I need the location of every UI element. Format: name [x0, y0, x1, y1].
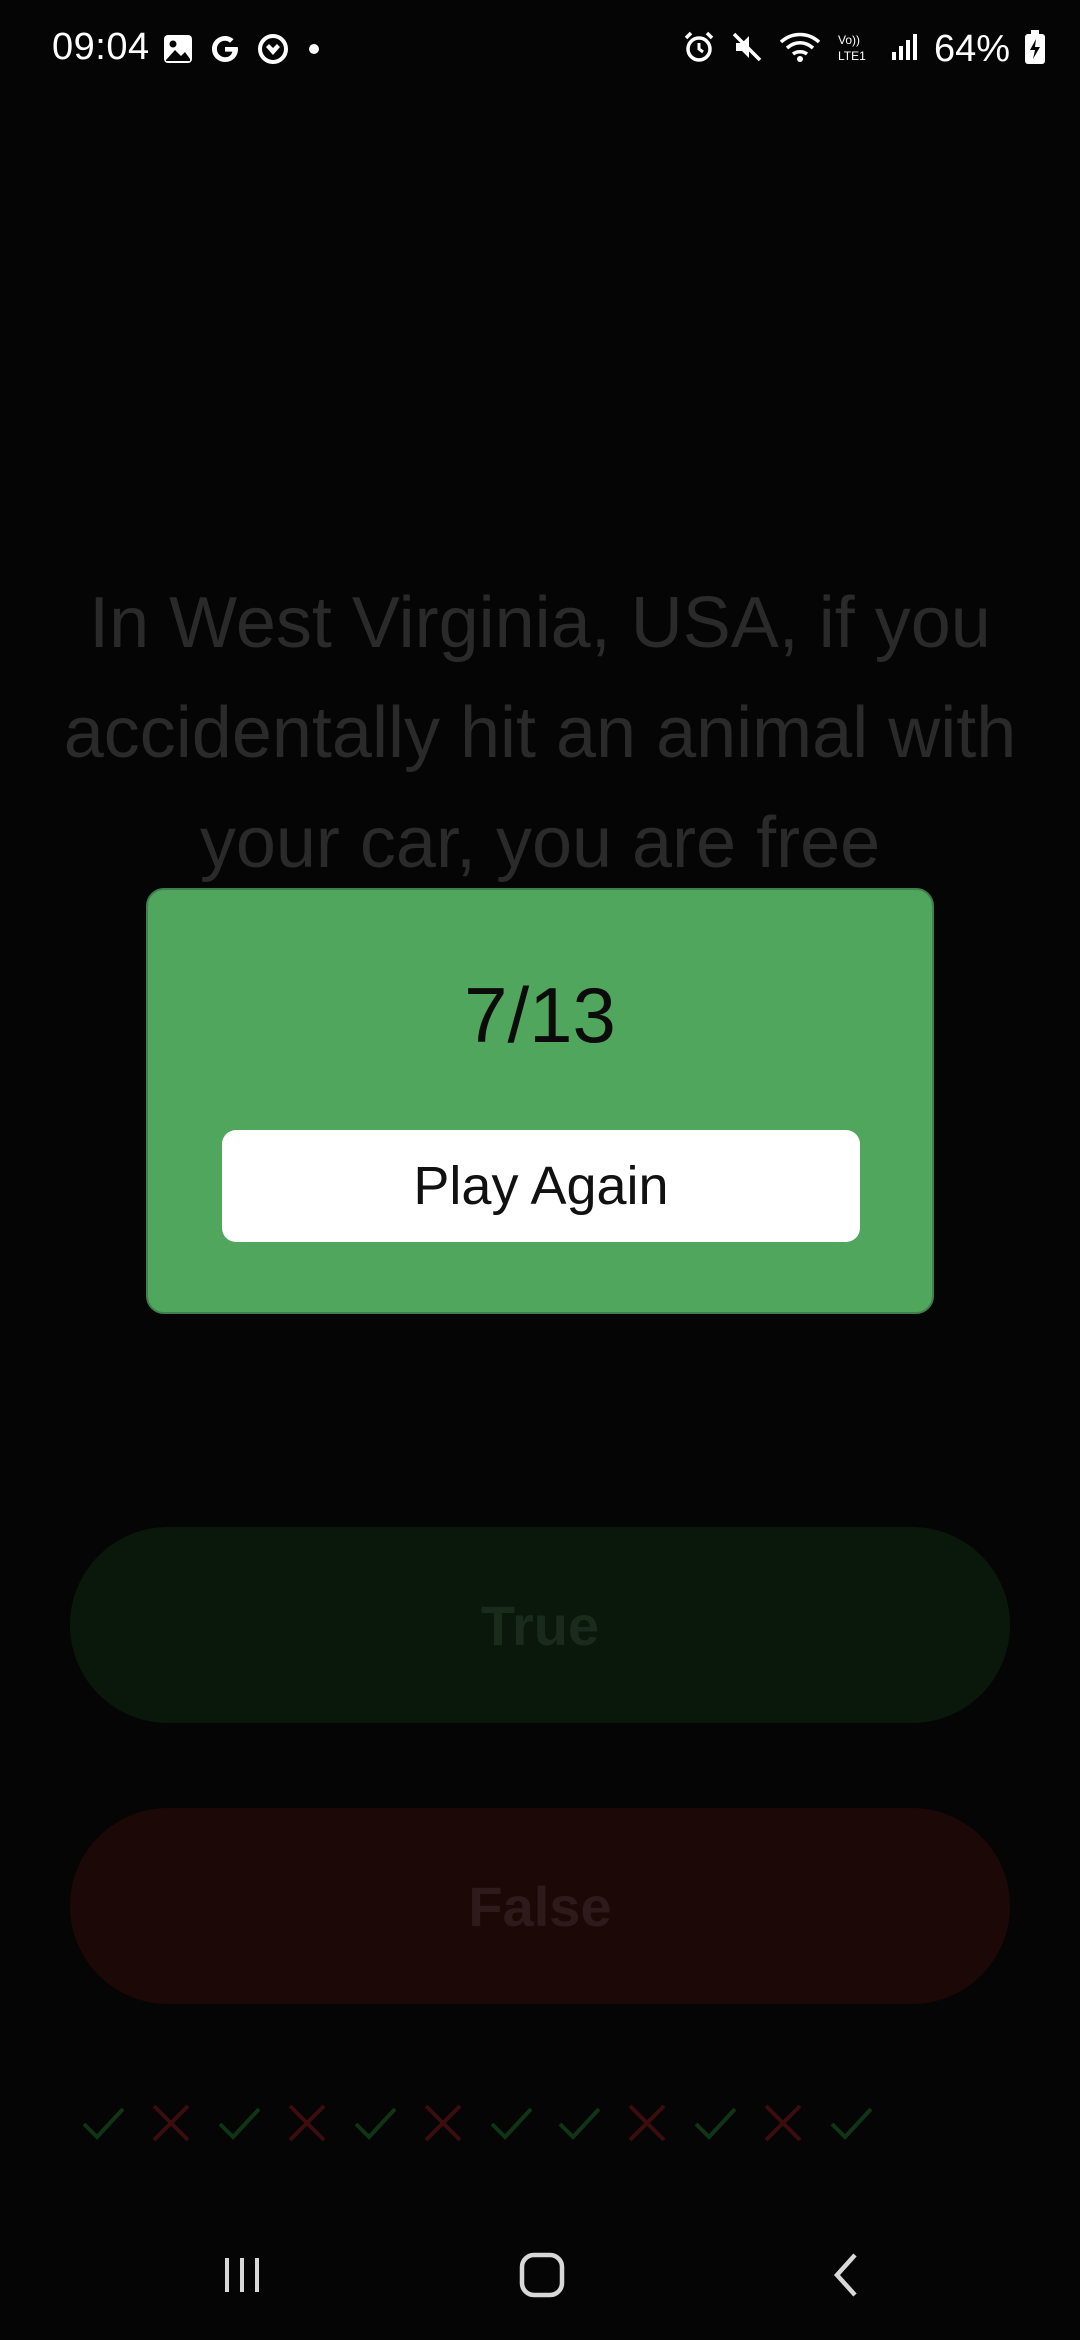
back-button[interactable] — [808, 2240, 888, 2310]
cross-icon — [628, 2104, 666, 2142]
cross-icon — [424, 2104, 462, 2142]
false-button[interactable]: False — [70, 1808, 1010, 2004]
cross-icon — [152, 2104, 190, 2142]
mute-icon — [730, 30, 764, 69]
check-icon — [830, 2107, 873, 2140]
cross-icon — [764, 2104, 802, 2142]
check-icon — [82, 2107, 125, 2140]
answer-history — [80, 2100, 874, 2146]
status-bar: 09:04 Vo)) LTE1 64% — [0, 0, 1080, 100]
battery-percent: 64% — [933, 28, 1010, 70]
gallery-icon — [162, 33, 194, 70]
recent-apps-button[interactable] — [202, 2240, 282, 2310]
svg-text:LTE1: LTE1 — [838, 49, 866, 63]
notification-icons — [162, 32, 324, 71]
svg-text:Vo)): Vo)) — [838, 33, 860, 47]
app-notification-icon — [256, 32, 290, 71]
recent-apps-icon — [225, 2258, 259, 2292]
question-text: In West Virginia, USA, if you accidental… — [63, 583, 1017, 883]
true-button-label: True — [480, 1593, 600, 1657]
volte-icon: Vo)) LTE1 — [836, 30, 876, 69]
status-time: 09:04 — [52, 26, 150, 68]
result-dialog: 7/13 Play Again — [146, 888, 934, 1314]
more-notifications-dot-icon — [304, 32, 324, 71]
score-text: 7/13 — [464, 971, 616, 1059]
check-icon — [490, 2107, 533, 2140]
false-button-label: False — [468, 1874, 612, 1938]
play-again-button[interactable]: Play Again — [222, 1130, 860, 1242]
home-icon — [519, 2252, 565, 2298]
navigation-bar — [0, 2210, 1080, 2340]
wifi-icon — [778, 30, 822, 69]
home-button[interactable] — [502, 2240, 582, 2310]
check-icon — [558, 2107, 601, 2140]
check-icon — [218, 2107, 261, 2140]
google-icon — [208, 32, 242, 71]
true-button[interactable]: True — [70, 1527, 1010, 1723]
back-icon — [833, 2253, 857, 2297]
system-icons: Vo)) LTE1 64% — [682, 28, 1046, 71]
signal-icon — [890, 30, 920, 69]
battery-icon — [1024, 29, 1046, 70]
alarm-icon — [682, 30, 716, 69]
check-icon — [694, 2107, 737, 2140]
cross-icon — [288, 2104, 326, 2142]
check-icon — [354, 2107, 397, 2140]
